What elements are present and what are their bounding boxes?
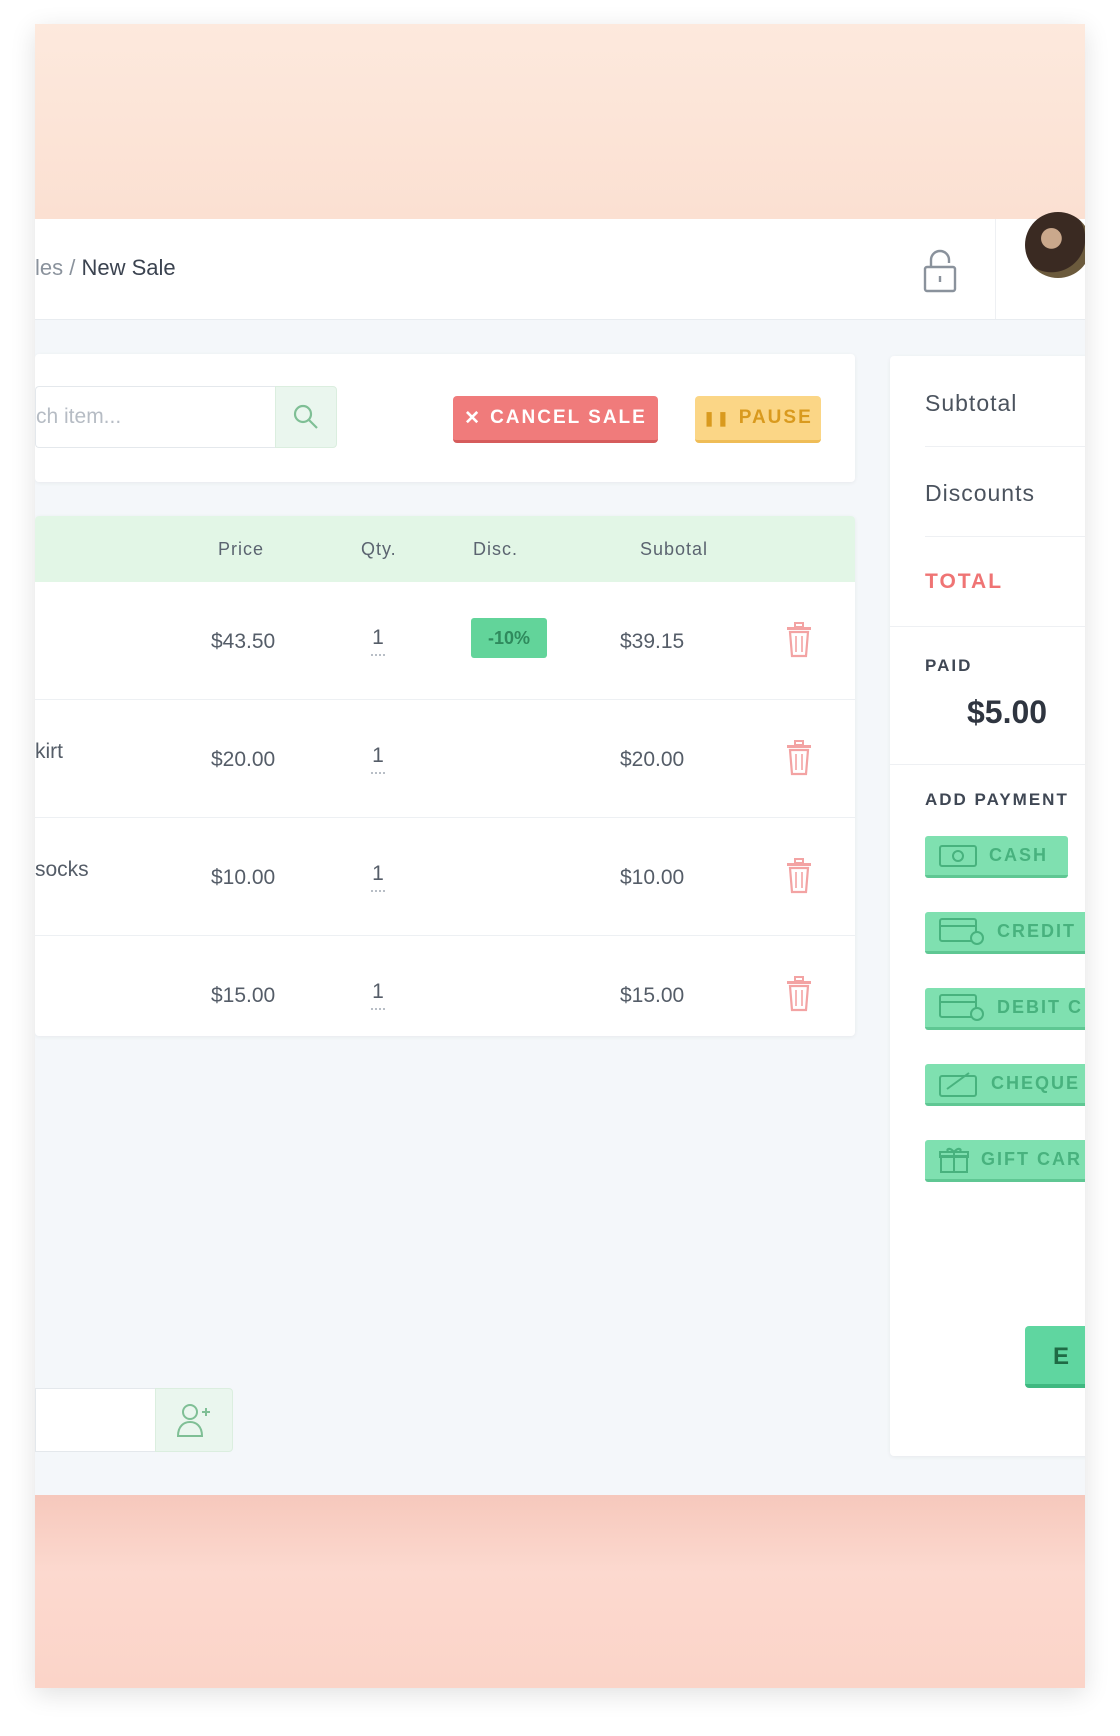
item-subtotal: $10.00 <box>620 866 685 889</box>
cheque-label: CHEQUE <box>991 1073 1081 1093</box>
cash-icon <box>939 844 977 867</box>
item-name: kirt <box>35 740 63 763</box>
add-payment-label: ADD PAYMENT <box>925 790 1069 809</box>
add-user-icon <box>176 1404 210 1437</box>
item-subtotal: $39.15 <box>620 630 685 653</box>
close-icon: ✕ <box>464 407 483 429</box>
breadcrumb-separator: / <box>69 255 76 280</box>
paid-label: PAID <box>925 656 973 675</box>
table-header: Price Qty. Disc. Subotal <box>35 516 855 582</box>
summary-panel: Subtotal Discounts TOTAL PAID $5.00 ADD … <box>890 356 1085 1456</box>
table-row: kirt $20.00 1 $20.00 <box>35 700 855 818</box>
items-table: Price Qty. Disc. Subotal $43.50 1 -10% $… <box>35 516 855 1036</box>
debit-label: DEBIT C <box>997 997 1083 1017</box>
customer-input[interactable] <box>35 1388 156 1452</box>
subtotal-label: Subtotal <box>925 390 1018 416</box>
trash-icon[interactable] <box>785 858 813 894</box>
background-top <box>35 24 1085 219</box>
cancel-sale-button[interactable]: ✕ CANCEL SALE <box>453 396 658 443</box>
gift-card-payment-button[interactable]: GIFT CAR <box>925 1140 1085 1182</box>
enter-button[interactable]: E <box>1025 1326 1085 1388</box>
search-button[interactable] <box>275 386 337 448</box>
column-subtotal: Subotal <box>640 539 709 559</box>
trash-icon[interactable] <box>785 976 813 1012</box>
item-price: $15.00 <box>211 984 276 1007</box>
pause-icon: ❚❚ <box>703 409 731 426</box>
debit-card-icon <box>939 993 984 1021</box>
qty-field[interactable]: 1 <box>371 626 385 656</box>
column-qty: Qty. <box>361 539 397 559</box>
total-label: TOTAL <box>925 570 1004 593</box>
paid-value: $5.00 <box>967 694 1048 730</box>
trash-icon[interactable] <box>785 622 813 658</box>
lock-icon[interactable] <box>920 247 960 295</box>
trash-icon[interactable] <box>785 740 813 776</box>
item-name: socks <box>35 858 89 881</box>
discounts-row: Discounts <box>925 446 1085 537</box>
breadcrumb: les / New Sale <box>35 255 176 281</box>
credit-label: CREDIT <box>997 921 1076 941</box>
breadcrumb-parent[interactable]: les <box>35 255 63 280</box>
qty-field[interactable]: 1 <box>371 862 385 892</box>
cash-label: CASH <box>989 845 1049 865</box>
qty-field[interactable]: 1 <box>371 744 385 774</box>
item-price: $43.50 <box>211 630 276 653</box>
debit-payment-button[interactable]: DEBIT C <box>925 988 1085 1030</box>
paid-divider <box>890 764 1085 765</box>
cash-payment-button[interactable]: CASH <box>925 836 1068 878</box>
pause-label: PAUSE <box>738 407 813 428</box>
table-row: socks $10.00 1 $10.00 <box>35 818 855 936</box>
qty-field[interactable]: 1 <box>371 980 385 1010</box>
credit-card-icon <box>939 917 984 945</box>
add-customer-button[interactable] <box>155 1388 233 1452</box>
top-bar: les / New Sale <box>35 219 1085 320</box>
search-icon <box>293 404 318 429</box>
credit-payment-button[interactable]: CREDIT <box>925 912 1085 954</box>
background-bottom <box>35 1495 1085 1688</box>
search-input[interactable]: ch item... <box>35 386 276 448</box>
discount-badge[interactable]: -10% <box>471 618 547 658</box>
cheque-payment-button[interactable]: CHEQUE <box>925 1064 1085 1106</box>
pause-button[interactable]: ❚❚ PAUSE <box>695 396 821 443</box>
app-frame: les / New Sale ch item... ✕ CANCEL SALE … <box>35 24 1085 1688</box>
item-subtotal: $20.00 <box>620 748 685 771</box>
item-price: $20.00 <box>211 748 276 771</box>
breadcrumb-current: New Sale <box>81 255 176 280</box>
item-subtotal: $15.00 <box>620 984 685 1007</box>
gift-icon <box>939 1147 969 1173</box>
avatar[interactable] <box>1025 212 1085 278</box>
topbar-divider <box>995 219 996 319</box>
column-price: Price <box>218 539 265 559</box>
discounts-label: Discounts <box>925 480 1035 506</box>
table-row: $43.50 1 -10% $39.15 <box>35 582 855 700</box>
total-row: TOTAL <box>890 536 1085 627</box>
cancel-sale-label: CANCEL SALE <box>490 407 647 428</box>
search-card: ch item... ✕ CANCEL SALE ❚❚ PAUSE <box>35 354 855 482</box>
table-row: $15.00 1 $15.00 <box>35 936 855 1036</box>
cheque-icon <box>939 1071 977 1097</box>
column-disc: Disc. <box>473 539 518 559</box>
subtotal-row: Subtotal <box>925 356 1085 447</box>
item-price: $10.00 <box>211 866 276 889</box>
gift-card-label: GIFT CAR <box>981 1149 1082 1169</box>
